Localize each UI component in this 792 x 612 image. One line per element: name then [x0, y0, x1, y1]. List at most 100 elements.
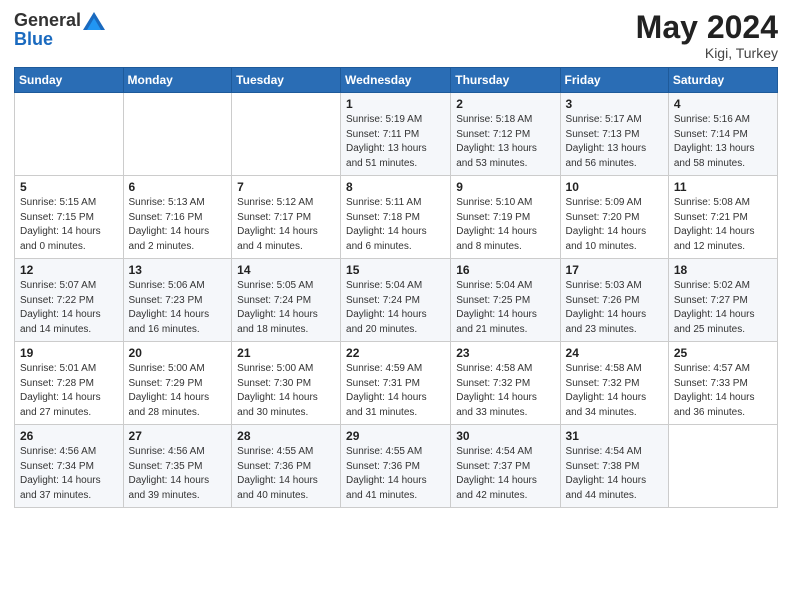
cell-content: Sunrise: 5:05 AM Sunset: 7:24 PM Dayligh…	[237, 279, 335, 337]
day-number: 14	[237, 263, 335, 277]
table-row: 1 Sunrise: 5:19 AM Sunset: 7:11 PM Daylig…	[341, 93, 451, 176]
table-row: 13Sunrise: 5:06 AM Sunset: 7:23 PM Dayli…	[123, 259, 232, 342]
table-row: 15 Sunrise: 5:04 AM Sunset: 7:24 PM Dayli…	[341, 259, 451, 342]
table-row: 30 Sunrise: 4:54 AM Sunset: 7:37 PM Dayli…	[451, 425, 560, 508]
day-number: 7	[237, 180, 335, 194]
table-row: 25Sunrise: 4:57 AM Sunset: 7:33 PM Dayli…	[668, 342, 777, 425]
cell-content: Sunrise: 5:17 AM Sunset: 7:13 PM Dayligh…	[566, 113, 663, 171]
cell-content: Sunrise: 4:55 AM Sunset: 7:36 PM Dayligh…	[237, 445, 335, 503]
table-row: 10 Sunrise: 5:09 AM Sunset: 7:20 PM Dayli…	[560, 176, 668, 259]
day-number: 25	[674, 346, 772, 360]
cell-content: Sunrise: 5:18 AM Sunset: 7:12 PM Dayligh…	[456, 113, 554, 171]
table-row: 31Sunrise: 4:54 AM Sunset: 7:38 PM Dayli…	[560, 425, 668, 508]
table-row	[668, 425, 777, 508]
day-number: 2	[456, 97, 554, 111]
header-row: Sunday Monday Tuesday Wednesday Thursday…	[15, 68, 778, 93]
cell-content: Sunrise: 5:07 AM Sunset: 7:22 PM Dayligh…	[20, 279, 118, 337]
day-number: 16	[456, 263, 554, 277]
day-number: 26	[20, 429, 118, 443]
cell-content: Sunrise: 5:19 AM Sunset: 7:11 PM Dayligh…	[346, 113, 445, 171]
day-number: 18	[674, 263, 772, 277]
col-friday: Friday	[560, 68, 668, 93]
cell-content: Sunrise: 5:03 AM Sunset: 7:26 PM Dayligh…	[566, 279, 663, 337]
calendar-table: Sunday Monday Tuesday Wednesday Thursday…	[14, 67, 778, 508]
table-row	[15, 93, 124, 176]
table-row	[123, 93, 232, 176]
day-number: 1	[346, 97, 445, 111]
logo-blue-text: Blue	[14, 29, 105, 50]
logo-icon	[83, 12, 105, 30]
table-row: 9Sunrise: 5:10 AM Sunset: 7:19 PM Daylig…	[451, 176, 560, 259]
day-number: 10	[566, 180, 663, 194]
day-number: 23	[456, 346, 554, 360]
week-row-2: 5Sunrise: 5:15 AM Sunset: 7:15 PM Daylig…	[15, 176, 778, 259]
day-number: 6	[129, 180, 227, 194]
cell-content: Sunrise: 5:00 AM Sunset: 7:29 PM Dayligh…	[129, 362, 227, 420]
location: Kigi, Turkey	[636, 45, 778, 61]
day-number: 17	[566, 263, 663, 277]
title-block: May 2024 Kigi, Turkey	[636, 10, 778, 61]
cell-content: Sunrise: 5:08 AM Sunset: 7:21 PM Dayligh…	[674, 196, 772, 254]
cell-content: Sunrise: 5:13 AM Sunset: 7:16 PM Dayligh…	[129, 196, 227, 254]
header: General Blue May 2024 Kigi, Turkey	[14, 10, 778, 61]
col-saturday: Saturday	[668, 68, 777, 93]
cell-content: Sunrise: 4:58 AM Sunset: 7:32 PM Dayligh…	[566, 362, 663, 420]
day-number: 15	[346, 263, 445, 277]
cell-content: Sunrise: 5:16 AM Sunset: 7:14 PM Dayligh…	[674, 113, 772, 171]
table-row: 20 Sunrise: 5:00 AM Sunset: 7:29 PM Dayli…	[123, 342, 232, 425]
day-number: 28	[237, 429, 335, 443]
cell-content: Sunrise: 4:59 AM Sunset: 7:31 PM Dayligh…	[346, 362, 445, 420]
table-row: 26Sunrise: 4:56 AM Sunset: 7:34 PM Dayli…	[15, 425, 124, 508]
table-row: 23 Sunrise: 4:58 AM Sunset: 7:32 PM Dayli…	[451, 342, 560, 425]
table-row: 28 Sunrise: 4:55 AM Sunset: 7:36 PM Dayli…	[232, 425, 341, 508]
table-row: 29Sunrise: 4:55 AM Sunset: 7:36 PM Dayli…	[341, 425, 451, 508]
logo: General Blue	[14, 10, 105, 50]
col-thursday: Thursday	[451, 68, 560, 93]
cell-content: Sunrise: 5:04 AM Sunset: 7:25 PM Dayligh…	[456, 279, 554, 337]
week-row-1: 1 Sunrise: 5:19 AM Sunset: 7:11 PM Daylig…	[15, 93, 778, 176]
table-row: 19 Sunrise: 5:01 AM Sunset: 7:28 PM Dayli…	[15, 342, 124, 425]
table-row: 4Sunrise: 5:16 AM Sunset: 7:14 PM Daylig…	[668, 93, 777, 176]
day-number: 30	[456, 429, 554, 443]
cell-content: Sunrise: 5:01 AM Sunset: 7:28 PM Dayligh…	[20, 362, 118, 420]
cell-content: Sunrise: 5:04 AM Sunset: 7:24 PM Dayligh…	[346, 279, 445, 337]
table-row: 14 Sunrise: 5:05 AM Sunset: 7:24 PM Dayli…	[232, 259, 341, 342]
table-row: 11 Sunrise: 5:08 AM Sunset: 7:21 PM Dayli…	[668, 176, 777, 259]
cell-content: Sunrise: 5:00 AM Sunset: 7:30 PM Dayligh…	[237, 362, 335, 420]
table-row: 17 Sunrise: 5:03 AM Sunset: 7:26 PM Dayli…	[560, 259, 668, 342]
cell-content: Sunrise: 4:58 AM Sunset: 7:32 PM Dayligh…	[456, 362, 554, 420]
table-row: 22 Sunrise: 4:59 AM Sunset: 7:31 PM Dayli…	[341, 342, 451, 425]
table-row: 7Sunrise: 5:12 AM Sunset: 7:17 PM Daylig…	[232, 176, 341, 259]
day-number: 5	[20, 180, 118, 194]
day-number: 12	[20, 263, 118, 277]
day-number: 29	[346, 429, 445, 443]
cell-content: Sunrise: 5:02 AM Sunset: 7:27 PM Dayligh…	[674, 279, 772, 337]
cell-content: Sunrise: 5:09 AM Sunset: 7:20 PM Dayligh…	[566, 196, 663, 254]
table-row: 6 Sunrise: 5:13 AM Sunset: 7:16 PM Daylig…	[123, 176, 232, 259]
day-number: 27	[129, 429, 227, 443]
week-row-5: 26Sunrise: 4:56 AM Sunset: 7:34 PM Dayli…	[15, 425, 778, 508]
table-row: 24Sunrise: 4:58 AM Sunset: 7:32 PM Dayli…	[560, 342, 668, 425]
page: General Blue May 2024 Kigi, Turkey Sunda…	[0, 0, 792, 612]
table-row: 27 Sunrise: 4:56 AM Sunset: 7:35 PM Dayli…	[123, 425, 232, 508]
day-number: 19	[20, 346, 118, 360]
cell-content: Sunrise: 4:56 AM Sunset: 7:35 PM Dayligh…	[129, 445, 227, 503]
logo-general-text: General	[14, 10, 81, 31]
cell-content: Sunrise: 5:11 AM Sunset: 7:18 PM Dayligh…	[346, 196, 445, 254]
col-monday: Monday	[123, 68, 232, 93]
table-row: 5Sunrise: 5:15 AM Sunset: 7:15 PM Daylig…	[15, 176, 124, 259]
col-tuesday: Tuesday	[232, 68, 341, 93]
day-number: 22	[346, 346, 445, 360]
week-row-4: 19 Sunrise: 5:01 AM Sunset: 7:28 PM Dayli…	[15, 342, 778, 425]
week-row-3: 12 Sunrise: 5:07 AM Sunset: 7:22 PM Dayli…	[15, 259, 778, 342]
month-title: May 2024	[636, 10, 778, 45]
day-number: 20	[129, 346, 227, 360]
table-row: 16 Sunrise: 5:04 AM Sunset: 7:25 PM Dayli…	[451, 259, 560, 342]
cell-content: Sunrise: 4:54 AM Sunset: 7:37 PM Dayligh…	[456, 445, 554, 503]
table-row: 21 Sunrise: 5:00 AM Sunset: 7:30 PM Dayli…	[232, 342, 341, 425]
day-number: 11	[674, 180, 772, 194]
cell-content: Sunrise: 4:54 AM Sunset: 7:38 PM Dayligh…	[566, 445, 663, 503]
col-wednesday: Wednesday	[341, 68, 451, 93]
table-row: 18 Sunrise: 5:02 AM Sunset: 7:27 PM Dayli…	[668, 259, 777, 342]
day-number: 21	[237, 346, 335, 360]
